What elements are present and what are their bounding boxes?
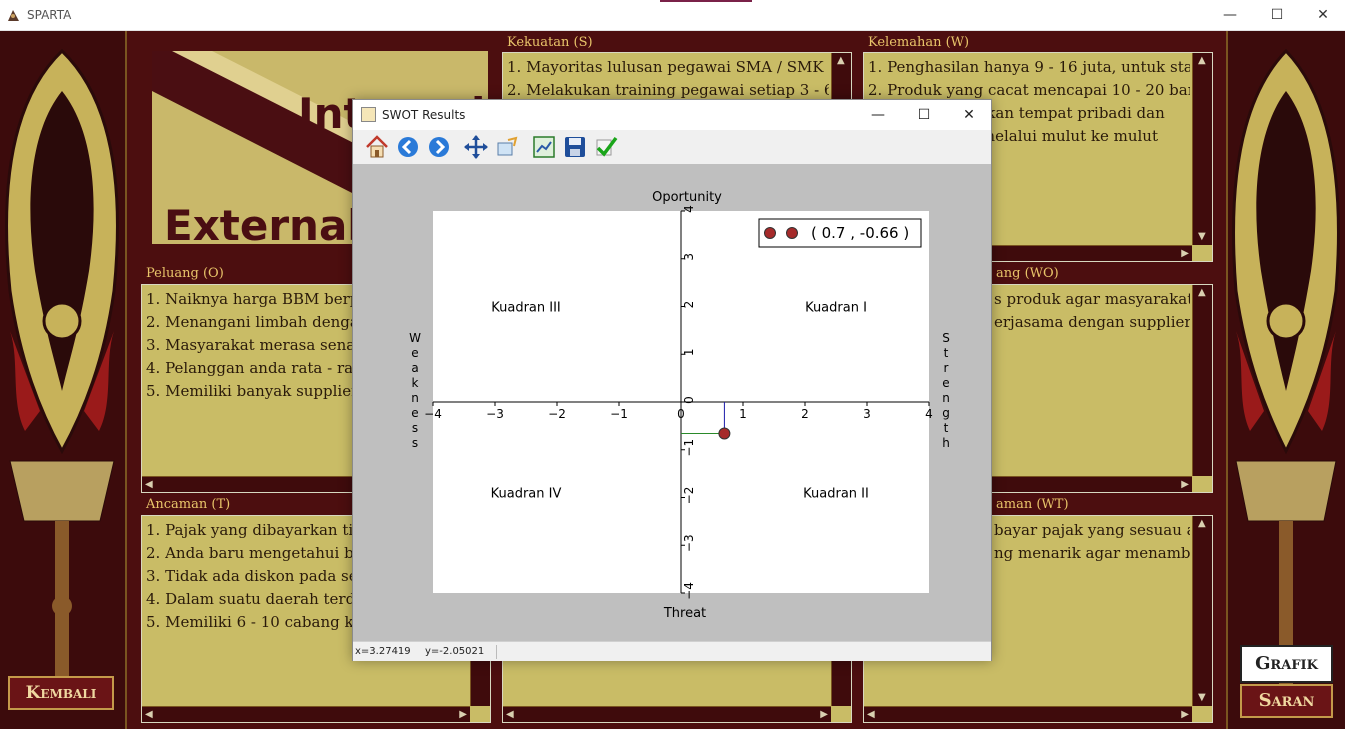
y-tick-label: −1	[682, 439, 696, 457]
list-item: s produk agar masyarakat set	[994, 290, 1190, 308]
plot-canvas[interactable]: −4 −4 −3 −3 −2 −2 −1 −1 0 0 1 1 2 2 3 3 4 4 Oportunity Thre…	[353, 164, 991, 641]
x-tick-label: 4	[925, 407, 933, 421]
list-item: 1. Penghasilan hanya 9 - 16 juta, untuk …	[868, 58, 1190, 76]
right-decoration	[1228, 31, 1345, 729]
check-icon[interactable]	[593, 134, 619, 160]
kelemahan-label: Kelemahan (W)	[868, 35, 970, 50]
x-tick-label: 3	[863, 407, 871, 421]
x-tick-label: 2	[801, 407, 809, 421]
saran-button[interactable]: Saran	[1240, 684, 1333, 718]
dialog-close-button[interactable]: ✕	[946, 100, 992, 130]
wayang-right-icon	[1232, 48, 1340, 691]
y-tick-label: 4	[682, 205, 696, 213]
x-tick-label: 1	[739, 407, 747, 421]
horizontal-scrollbar[interactable]: ◀ ▶	[142, 706, 470, 722]
ancaman-label: Ancaman (T)	[146, 497, 231, 512]
left-axis-label: Weakness	[409, 331, 421, 450]
legend-marker	[764, 227, 776, 239]
frame-line	[1226, 31, 1228, 729]
plot-window-icon	[361, 107, 376, 122]
vertical-scrollbar[interactable]: ▲	[1192, 285, 1212, 476]
frame-line	[125, 31, 127, 729]
configure-icon[interactable]	[494, 134, 520, 160]
left-decoration	[0, 31, 125, 729]
peluang-label: Peluang (O)	[146, 266, 224, 281]
x-tick-label: −4	[424, 407, 442, 421]
home-icon[interactable]	[364, 134, 390, 160]
horizontal-scrollbar[interactable]: ◀ ▶	[864, 706, 1192, 722]
horizontal-scrollbar[interactable]: ◀ ▶	[503, 706, 831, 722]
titlebar-accent	[660, 0, 752, 2]
quadrant-label: Kuadran III	[491, 301, 561, 316]
minimize-button[interactable]: —	[1207, 0, 1253, 31]
plot-toolbar	[353, 130, 991, 164]
wo-label: ang (WO)	[996, 266, 1059, 281]
dialog-maximize-button[interactable]: ☐	[901, 100, 947, 130]
legend-label: ( 0.7 , -0.66 )	[811, 224, 909, 242]
y-tick-label: 2	[682, 301, 696, 309]
maximize-button[interactable]: ☐	[1254, 0, 1300, 31]
save-icon[interactable]	[562, 134, 588, 160]
dialog-minimize-button[interactable]: —	[855, 100, 901, 130]
right-axis-label: Strength	[942, 331, 950, 450]
kembali-button[interactable]: Kembali	[8, 676, 114, 710]
pan-icon[interactable]	[463, 134, 489, 160]
list-item: ng menarik agar menambah j	[994, 544, 1190, 562]
list-item: 1. Mayoritas lulusan pegawai SMA / SMK	[507, 58, 824, 76]
x-tick-label: −2	[548, 407, 566, 421]
y-tick-label: −4	[682, 582, 696, 600]
app-icon	[8, 10, 19, 21]
wayang-left-icon	[5, 48, 119, 691]
banner-external: External	[164, 201, 362, 244]
vertical-scrollbar[interactable]: ▲ ▼	[1192, 53, 1212, 245]
cursor-y-readout: y=-2.05021	[425, 646, 485, 657]
y-tick-label: −2	[682, 487, 696, 505]
wt-label: aman (WT)	[996, 497, 1069, 512]
quadrant-label: Kuadran II	[803, 487, 869, 502]
zoom-icon[interactable]	[531, 134, 557, 160]
window-title: SPARTA	[27, 8, 72, 22]
dialog-title: SWOT Results	[382, 108, 466, 122]
x-tick-label: 0	[677, 407, 685, 421]
window-titlebar: SPARTA — ☐ ✕	[0, 0, 1345, 31]
y-tick-label: 1	[682, 348, 696, 356]
y-tick-label: 3	[682, 253, 696, 261]
dialog-titlebar: SWOT Results — ☐ ✕	[353, 100, 991, 130]
x-tick-label: −1	[610, 407, 628, 421]
list-item: erjasama dengan supplier dala	[994, 313, 1190, 331]
top-axis-label: Oportunity	[652, 190, 722, 205]
swot-results-dialog: SWOT Results — ☐ ✕ −4−4−3−3−2−2−1−	[352, 99, 992, 661]
grafik-button[interactable]: Grafik	[1240, 645, 1333, 683]
forward-icon[interactable]	[426, 134, 452, 160]
kekuatan-label: Kekuatan (S)	[507, 35, 593, 50]
bottom-axis-label: Threat	[663, 606, 706, 621]
data-point	[718, 427, 731, 440]
y-tick-label: −3	[682, 534, 696, 552]
y-tick-label: 0	[682, 396, 696, 404]
back-icon[interactable]	[395, 134, 421, 160]
swot-chart[interactable]: −4−4−3−3−2−2−1−10011223344OportunityThre…	[353, 164, 991, 641]
cursor-x-readout: x=3.27419	[355, 646, 411, 657]
list-item: bayar pajak yang sesuau atura	[994, 521, 1190, 539]
status-separator	[496, 645, 497, 659]
quadrant-label: Kuadran IV	[491, 487, 562, 502]
legend-marker	[786, 227, 798, 239]
quadrant-label: Kuadran I	[805, 301, 867, 316]
vertical-scrollbar[interactable]: ▲ ▼	[1192, 516, 1212, 706]
status-bar: x=3.27419 y=-2.05021	[353, 641, 991, 661]
close-button[interactable]: ✕	[1300, 0, 1345, 31]
x-tick-label: −3	[486, 407, 504, 421]
